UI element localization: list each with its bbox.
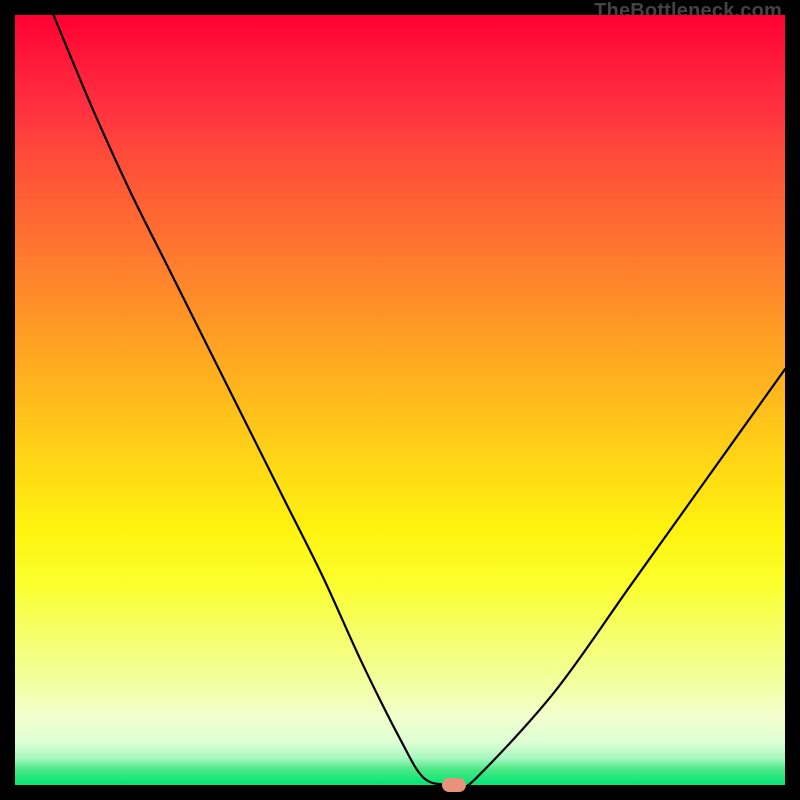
optimal-marker: [442, 778, 466, 792]
plot-area: [15, 15, 785, 785]
bottleneck-curve: [15, 15, 785, 785]
chart-container: TheBottleneck.com: [0, 0, 800, 800]
